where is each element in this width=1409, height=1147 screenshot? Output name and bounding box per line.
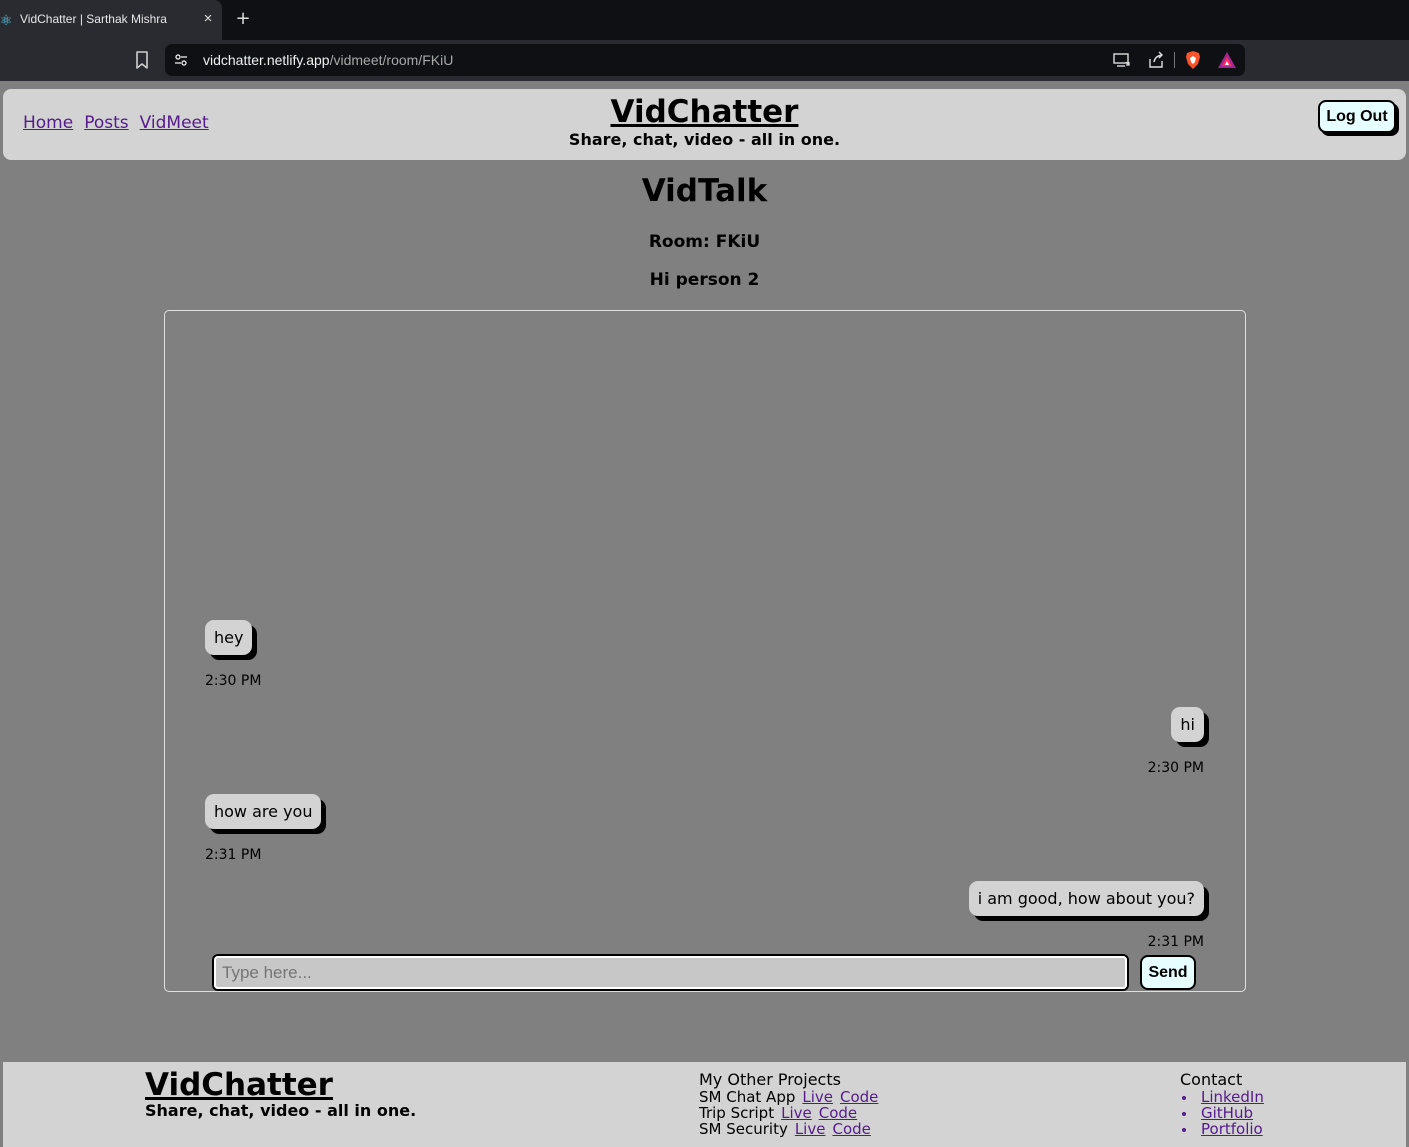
contact-item: LinkedIn: [1180, 1089, 1264, 1105]
message-timestamp: 2:30 PM: [1147, 760, 1204, 776]
cast-icon[interactable]: [1112, 50, 1132, 70]
brand-tagline: Share, chat, video - all in one.: [568, 130, 841, 149]
contact-list: LinkedIn GitHub Portfolio: [1180, 1089, 1264, 1137]
contact-item: GitHub: [1180, 1105, 1264, 1121]
url-host: vidchatter.netlify.app: [203, 52, 330, 68]
brave-shields-icon[interactable]: [1183, 50, 1203, 70]
logout-button[interactable]: Log Out: [1318, 100, 1396, 133]
contact-section: Contact LinkedIn GitHub Portfolio: [1180, 1070, 1264, 1138]
message-timestamp: 2:31 PM: [1147, 934, 1204, 950]
site-settings-icon[interactable]: [173, 52, 189, 68]
send-button[interactable]: Send: [1140, 955, 1196, 990]
share-icon[interactable]: [1146, 50, 1166, 70]
footer-brand-title[interactable]: VidChatter: [145, 1066, 333, 1104]
projects-heading: My Other Projects: [699, 1070, 841, 1089]
url-path: /vidmeet/room/FKiU: [329, 52, 454, 68]
project-code-link[interactable]: Code: [832, 1120, 870, 1138]
project-item: SM Security Live Code: [699, 1121, 878, 1137]
contact-heading: Contact: [1180, 1070, 1243, 1089]
other-projects: My Other Projects SM Chat App Live Code Tr…: [699, 1070, 878, 1138]
message-input[interactable]: [212, 954, 1129, 991]
brave-rewards-icon[interactable]: [1217, 50, 1237, 70]
portfolio-link[interactable]: Portfolio: [1201, 1120, 1263, 1138]
browser-toolbar: vidchatter.netlify.app/vidmeet/room/FKiU: [0, 40, 1409, 81]
footer-brand-tagline: Share, chat, video - all in one.: [145, 1101, 417, 1120]
page-title: VidTalk: [641, 173, 768, 209]
brand: VidChatter Share, chat, video - all in o…: [3, 93, 1406, 149]
room-label: Room: FKiU: [648, 232, 761, 252]
address-bar[interactable]: vidchatter.netlify.app/vidmeet/room/FKiU: [165, 44, 1245, 76]
site-footer: VidChatter Share, chat, video - all in o…: [3, 1062, 1406, 1147]
message-bubble-sent: i am good, how about you?: [968, 881, 1204, 916]
tab-title: VidChatter | Sarthak Mishra: [20, 12, 167, 26]
toolbar-separator: [1174, 52, 1175, 68]
new-tab-icon[interactable]: +: [234, 9, 252, 29]
footer-brand: VidChatter Share, chat, video - all in o…: [145, 1066, 417, 1120]
browser-tab-strip: ⚛ VidChatter | Sarthak Mishra × +: [0, 0, 1409, 40]
message-bubble-received: how are you: [205, 794, 322, 829]
project-live-link[interactable]: Live: [795, 1120, 826, 1138]
message-timestamp: 2:30 PM: [205, 673, 262, 689]
contact-item: Portfolio: [1180, 1121, 1264, 1137]
message-timestamp: 2:31 PM: [205, 847, 262, 863]
tab-close-icon[interactable]: ×: [200, 10, 216, 28]
project-name: SM Security: [699, 1120, 788, 1138]
bookmark-icon[interactable]: [133, 50, 151, 70]
message-bubble-received: hey: [205, 620, 253, 655]
url-text[interactable]: vidchatter.netlify.app/vidmeet/room/FKiU: [203, 52, 453, 68]
brand-title[interactable]: VidChatter: [611, 93, 799, 131]
greeting: Hi person 2: [649, 270, 760, 290]
message-bubble-sent: hi: [1171, 707, 1204, 742]
project-item: Trip Script Live Code: [699, 1105, 878, 1121]
project-item: SM Chat App Live Code: [699, 1089, 878, 1105]
browser-tab[interactable]: ⚛ VidChatter | Sarthak Mishra ×: [0, 0, 222, 40]
site-header: Home Posts VidMeet VidChatter Share, cha…: [3, 89, 1406, 160]
react-logo-icon: ⚛: [0, 12, 13, 28]
